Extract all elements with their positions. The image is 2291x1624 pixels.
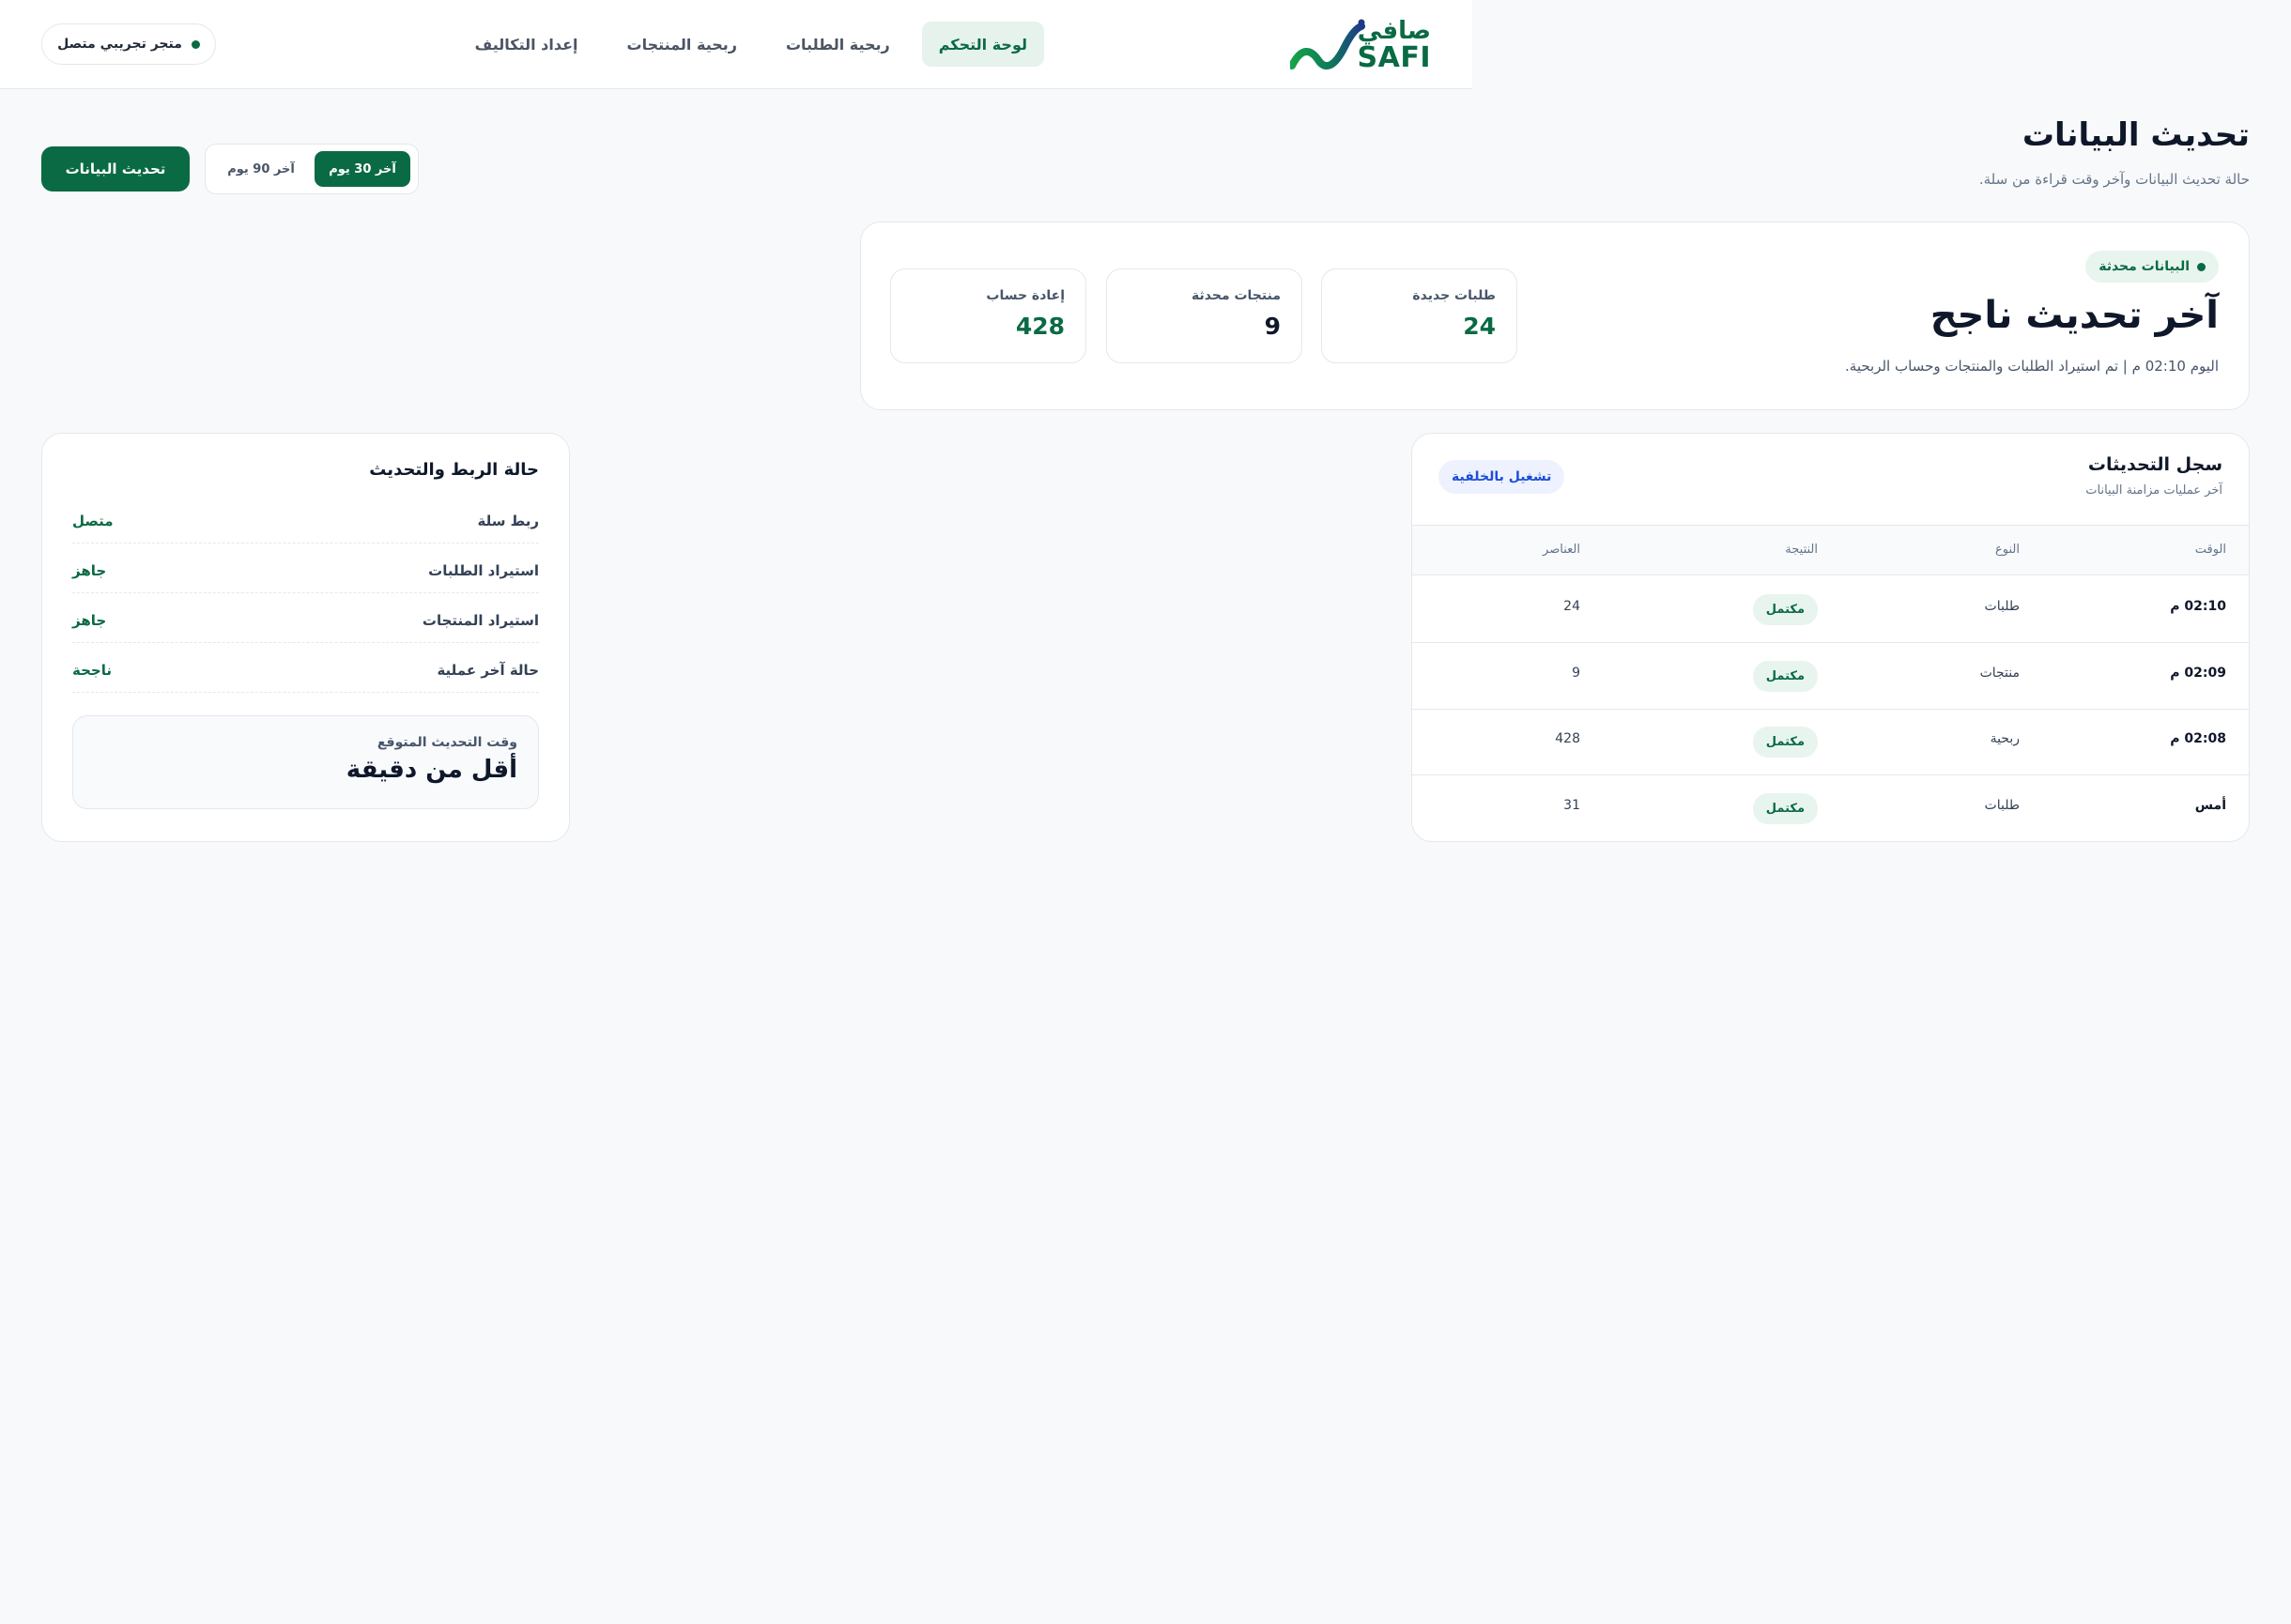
status-row-value: جاهز bbox=[72, 562, 107, 579]
connection-status-card: حالة الربط والتحديث ربط سلة متصل استيراد… bbox=[41, 433, 570, 842]
row-time: أمس bbox=[2194, 798, 2226, 813]
row-items: 428 bbox=[1555, 731, 1580, 746]
date-range-toggle: آخر 30 يوم آخر 90 يوم bbox=[205, 144, 419, 194]
row-items: 24 bbox=[1563, 599, 1580, 614]
table-row[interactable]: 02:08 م ربحية مكتمل 428 bbox=[1412, 709, 2249, 775]
logo-wave-icon bbox=[1290, 19, 1365, 70]
nav-order-profitability[interactable]: ربحية الطلبات bbox=[769, 22, 907, 67]
last-update-title: آخر تحديث ناجح bbox=[1930, 294, 2219, 337]
status-badge: البيانات محدثة bbox=[2085, 251, 2219, 283]
update-log-subtitle: آخر عمليات مزامنة البيانات bbox=[2085, 483, 2222, 498]
row-time: 02:08 م bbox=[2170, 731, 2226, 746]
range-30-days[interactable]: آخر 30 يوم bbox=[315, 151, 410, 187]
status-row-value: جاهز bbox=[72, 612, 107, 629]
column-header-items: العناصر bbox=[1543, 543, 1580, 557]
stat-label: طلبات جديدة bbox=[1412, 288, 1496, 303]
brand-name-en: SAFI bbox=[1357, 41, 1431, 74]
status-dot-icon bbox=[2197, 262, 2206, 271]
expected-update-time-box: وقت التحديث المتوقع أقل من دقيقة bbox=[72, 715, 539, 809]
last-update-description: اليوم 02:10 م | تم استيراد الطلبات والمن… bbox=[1845, 358, 2219, 375]
status-badge-label: البيانات محدثة bbox=[2099, 259, 2190, 274]
result-badge: مكتمل bbox=[1752, 793, 1818, 824]
status-row-import-products: استيراد المنتجات جاهز bbox=[72, 593, 539, 643]
nav-cost-settings[interactable]: إعداد التكاليف bbox=[458, 22, 595, 67]
top-bar: صافي SAFI لوحة التحكم ربحية الطلبات ربحي… bbox=[0, 0, 1472, 89]
column-header-result: النتيجة bbox=[1785, 543, 1818, 557]
safi-logo[interactable]: صافي SAFI bbox=[1290, 15, 1431, 73]
result-badge: مكتمل bbox=[1752, 594, 1818, 625]
status-row-value: متصل bbox=[72, 513, 114, 529]
row-time: 02:10 م bbox=[2170, 599, 2226, 614]
status-row-label: استيراد المنتجات bbox=[422, 612, 539, 629]
page-title: تحديث البيانات bbox=[2022, 116, 2250, 154]
column-header-time: الوقت bbox=[2194, 543, 2226, 557]
background-run-badge[interactable]: تشغيل بالخلفية bbox=[1438, 460, 1565, 494]
range-90-days[interactable]: آخر 90 يوم bbox=[213, 151, 309, 187]
status-row-value: ناجحة bbox=[72, 662, 112, 679]
row-type: ربحية bbox=[1990, 731, 2020, 746]
row-items: 9 bbox=[1572, 666, 1580, 681]
status-row-label: ربط سلة bbox=[477, 513, 539, 529]
table-row[interactable]: أمس طلبات مكتمل 31 bbox=[1412, 775, 2249, 841]
result-badge: مكتمل bbox=[1752, 661, 1818, 692]
last-update-card: البيانات محدثة آخر تحديث ناجح اليوم 02:1… bbox=[860, 222, 2250, 410]
main-nav: لوحة التحكم ربحية الطلبات ربحية المنتجات… bbox=[458, 22, 1044, 67]
stat-value: 9 bbox=[1264, 313, 1281, 340]
store-status-pill[interactable]: متجر تجريبي متصل bbox=[41, 23, 216, 65]
stat-value: 428 bbox=[1015, 313, 1065, 340]
table-row[interactable]: 02:10 م طلبات مكتمل 24 bbox=[1412, 576, 2249, 643]
row-type: طلبات bbox=[1984, 798, 2020, 813]
row-type: منتجات bbox=[1979, 666, 2020, 681]
row-type: طلبات bbox=[1984, 599, 2020, 614]
status-row-label: استيراد الطلبات bbox=[428, 562, 539, 579]
stat-new-orders: طلبات جديدة 24 bbox=[1321, 268, 1517, 363]
update-log-title: سجل التحديثات bbox=[2087, 454, 2222, 475]
table-row[interactable]: 02:09 م منتجات مكتمل 9 bbox=[1412, 643, 2249, 710]
status-dot-icon bbox=[191, 39, 200, 49]
stat-value: 24 bbox=[1463, 313, 1496, 340]
nav-dashboard[interactable]: لوحة التحكم bbox=[921, 22, 1044, 67]
table-header: الوقت النوع النتيجة العناصر bbox=[1412, 525, 2249, 575]
column-header-type: النوع bbox=[1995, 543, 2020, 557]
row-items: 31 bbox=[1563, 798, 1580, 813]
row-time: 02:09 م bbox=[2170, 666, 2226, 681]
stat-recalculated: إعادة حساب 428 bbox=[890, 268, 1086, 363]
status-row-last-operation: حالة آخر عملية ناجحة bbox=[72, 643, 539, 693]
expected-update-time-value: أقل من دقيقة bbox=[346, 756, 517, 784]
status-row-import-orders: استيراد الطلبات جاهز bbox=[72, 544, 539, 593]
store-status-label: متجر تجريبي متصل bbox=[57, 37, 182, 52]
result-badge: مكتمل bbox=[1752, 727, 1818, 758]
page-subtitle: حالة تحديث البيانات وآخر وقت قراءة من سل… bbox=[1978, 171, 2250, 188]
nav-product-profitability[interactable]: ربحية المنتجات bbox=[610, 22, 754, 67]
update-log-card: سجل التحديثات آخر عمليات مزامنة البيانات… bbox=[1411, 433, 2250, 842]
status-row-salla-link: ربط سلة متصل bbox=[72, 494, 539, 544]
expected-update-time-label: وقت التحديث المتوقع bbox=[377, 735, 517, 750]
status-row-label: حالة آخر عملية bbox=[437, 662, 539, 679]
refresh-data-button[interactable]: تحديث البيانات bbox=[41, 146, 190, 192]
connection-status-title: حالة الربط والتحديث bbox=[369, 460, 539, 480]
stat-updated-products: منتجات محدثة 9 bbox=[1106, 268, 1302, 363]
stat-label: منتجات محدثة bbox=[1192, 288, 1281, 303]
stat-label: إعادة حساب bbox=[986, 288, 1065, 303]
